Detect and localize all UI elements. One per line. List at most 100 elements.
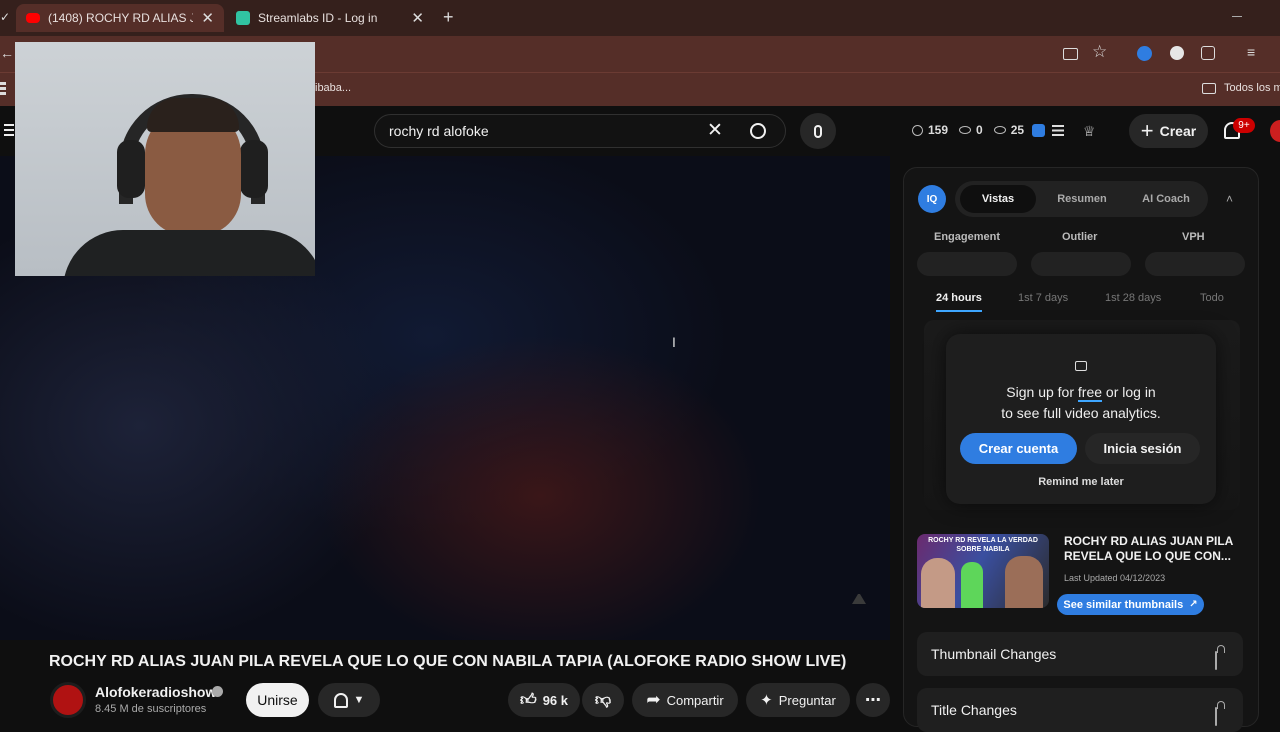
bookmark-item[interactable]: ibaba...	[315, 82, 351, 94]
vidiq-icon[interactable]	[1032, 124, 1045, 137]
login-button[interactable]: Inicia sesión	[1085, 433, 1200, 464]
thumbnail-title[interactable]: ROCHY RD ALIAS JUAN PILA REVELA QUE LO Q…	[1064, 534, 1244, 564]
similar-label: See similar thumbnails	[1063, 598, 1184, 611]
ask-label: Preguntar	[778, 692, 836, 708]
hair	[147, 98, 239, 132]
tab-streamlabs[interactable]: Streamlabs ID - Log in ✕	[226, 4, 434, 32]
dislike-button[interactable]: 👎︎	[582, 683, 624, 717]
list-icon[interactable]	[1052, 125, 1064, 136]
create-label: Crear	[1159, 123, 1197, 139]
chevron-down-icon[interactable]: ✓	[0, 10, 10, 24]
signup-text: Sign up for	[1006, 384, 1078, 400]
tab-ai-coach[interactable]: AI Coach	[1128, 185, 1204, 213]
row-label: Title Changes	[931, 702, 1017, 718]
media-control-icon[interactable]: ≡	[1247, 44, 1255, 60]
collapse-icon[interactable]: ˄	[1226, 192, 1233, 206]
search-input[interactable]: rochy rd alofoke	[389, 123, 489, 139]
puzzle-icon[interactable]	[1201, 46, 1215, 60]
star-icon[interactable]: ☆	[1092, 42, 1107, 62]
channel-avatar[interactable]	[50, 682, 86, 718]
tab-title: (1408) ROCHY RD ALIAS JUAN PI	[48, 11, 193, 25]
plus-icon: +	[1140, 118, 1154, 143]
signup-text: or log in	[1102, 384, 1156, 400]
apps-icon[interactable]	[0, 82, 6, 96]
bookmark-folder[interactable]: Todos los m	[1224, 82, 1280, 94]
subscription-bell-button[interactable]: ▼	[318, 683, 380, 717]
video-thumbnail[interactable]: ROCHY RD REVELA LA VERDAD SOBRE NABILA	[917, 534, 1049, 608]
bell-icon	[333, 692, 348, 708]
signup-subtext: to see full video analytics.	[1001, 405, 1161, 421]
close-tab-icon[interactable]: ✕	[201, 9, 214, 27]
search-button[interactable]	[730, 114, 786, 148]
browser-tab-strip: ✓ (1408) ROCHY RD ALIAS JUAN PI ✕ Stream…	[0, 0, 1280, 36]
more-actions-button[interactable]: ⋯	[856, 683, 890, 717]
tab-youtube[interactable]: (1408) ROCHY RD ALIAS JUAN PI ✕	[16, 4, 224, 32]
voice-search-button[interactable]	[800, 113, 836, 149]
trophy-icon[interactable]: ♕	[1083, 123, 1096, 140]
range-28-days[interactable]: 1st 28 days	[1105, 292, 1161, 304]
verified-icon	[212, 686, 223, 697]
vidiq-extension-icon[interactable]	[1137, 46, 1152, 61]
headphone-cup	[117, 140, 145, 198]
thumb-down-icon: 👎︎	[594, 691, 612, 709]
stat-count: 0	[976, 123, 983, 137]
clear-search-icon[interactable]: ✕	[707, 119, 723, 142]
range-24-hours[interactable]: 24 hours	[936, 292, 982, 304]
tab-title: Streamlabs ID - Log in	[258, 11, 378, 25]
new-tab-button[interactable]: +	[443, 7, 454, 28]
thumbnail-changes-row[interactable]: Thumbnail Changes	[917, 632, 1243, 676]
headphone-cup	[240, 140, 268, 198]
like-button[interactable]: 👍︎ 96 k	[508, 683, 580, 717]
search-icon	[750, 123, 766, 139]
channel-name[interactable]: Alofokeradioshow	[95, 684, 216, 700]
extension-icon[interactable]	[1170, 46, 1184, 60]
microphone-icon	[814, 124, 822, 138]
watermark-icon	[852, 592, 866, 604]
row-label: Thumbnail Changes	[931, 646, 1057, 662]
stat-count: 25	[1010, 123, 1025, 137]
subscriber-count: 8.45 M de suscriptores	[95, 703, 207, 715]
title-changes-row[interactable]: Title Changes	[917, 688, 1243, 732]
thumb-up-icon: 👍︎	[519, 691, 537, 709]
see-similar-button[interactable]: See similar thumbnails ↗	[1057, 594, 1204, 615]
metric-label-engagement: Engagement	[934, 231, 1001, 243]
range-underline	[936, 310, 982, 312]
notification-badge: 9+	[1233, 118, 1255, 133]
sparkle-icon: ✦	[760, 692, 773, 709]
remind-later-link[interactable]: Remind me later	[946, 476, 1216, 488]
close-tab-icon[interactable]: ✕	[411, 9, 424, 27]
video-title: ROCHY RD ALIAS JUAN PILA REVELA QUE LO Q…	[49, 653, 847, 670]
last-updated: Last Updated 04/12/2023	[1064, 573, 1166, 583]
lock-icon	[1075, 361, 1087, 371]
thumbnail-face	[1005, 556, 1043, 608]
range-all[interactable]: Todo	[1200, 292, 1224, 304]
eye-icon	[993, 126, 1006, 134]
youtube-favicon-icon	[26, 13, 40, 23]
create-button[interactable]: + Crear	[1129, 114, 1208, 148]
join-button[interactable]: Unirse	[246, 683, 309, 717]
eye-icon	[959, 126, 972, 134]
like-count: 96 k	[542, 692, 569, 708]
share-button[interactable]: ➦ Compartir	[632, 683, 738, 717]
chevron-down-icon: ▼	[353, 694, 365, 706]
range-7-days[interactable]: 1st 7 days	[1018, 292, 1068, 304]
tab-vistas[interactable]: Vistas	[960, 185, 1036, 213]
search-box[interactable]: rochy rd alofoke	[374, 114, 786, 148]
views-count: 159	[928, 123, 949, 137]
create-account-button[interactable]: Crear cuenta	[960, 433, 1077, 464]
menu-icon[interactable]	[4, 124, 14, 136]
metric-blurred	[1145, 252, 1245, 276]
minimize-icon[interactable]	[1232, 16, 1242, 17]
tab-resumen[interactable]: Resumen	[1044, 185, 1120, 213]
folder-icon	[1202, 83, 1216, 94]
shirt	[63, 230, 315, 276]
metric-label-vph: VPH	[1182, 231, 1205, 243]
vidiq-logo: IQ	[918, 185, 946, 213]
free-text: free	[1077, 384, 1103, 402]
install-app-icon[interactable]	[1063, 48, 1078, 60]
metric-blurred	[1031, 252, 1131, 276]
share-icon: ➦	[646, 690, 661, 709]
metric-blurred	[917, 252, 1017, 276]
back-arrow-icon[interactable]: ←	[0, 45, 14, 61]
ask-button[interactable]: ✦ Preguntar	[746, 683, 850, 717]
